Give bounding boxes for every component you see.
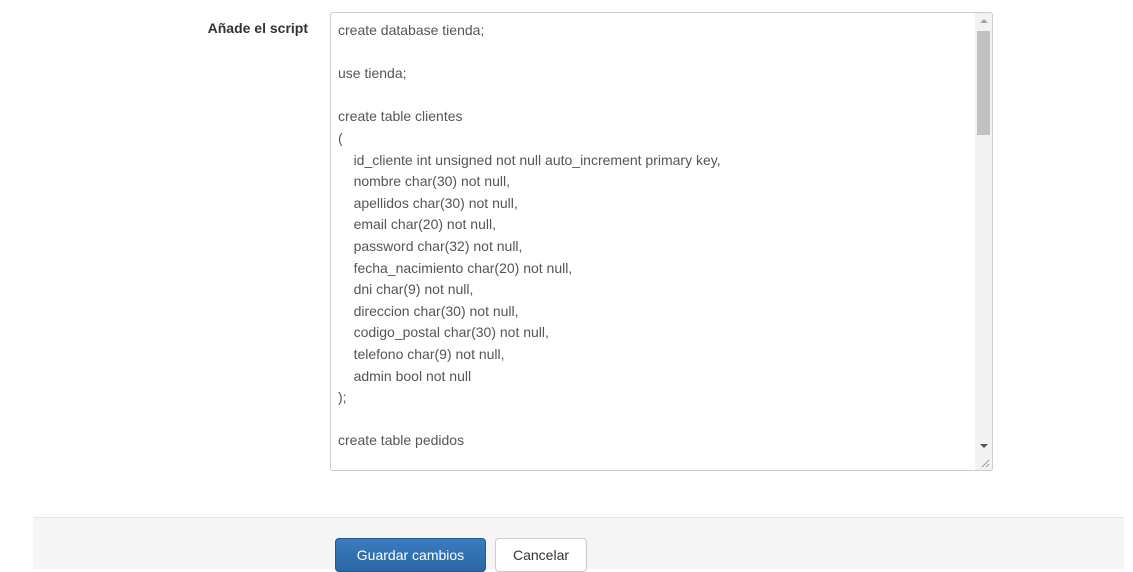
- scroll-thumb[interactable]: [977, 31, 990, 135]
- script-label: Añade el script: [207, 20, 308, 36]
- script-content[interactable]: create database tienda; use tienda; crea…: [338, 20, 970, 470]
- cancel-button[interactable]: Cancelar: [495, 538, 587, 572]
- vertical-scrollbar[interactable]: [975, 13, 992, 470]
- scroll-down-arrow-icon[interactable]: [980, 444, 988, 448]
- script-textarea[interactable]: create database tienda; use tienda; crea…: [330, 12, 993, 471]
- resize-grip-icon[interactable]: [980, 458, 990, 468]
- save-changes-button[interactable]: Guardar cambios: [335, 538, 486, 572]
- scroll-up-arrow-icon[interactable]: [980, 19, 988, 23]
